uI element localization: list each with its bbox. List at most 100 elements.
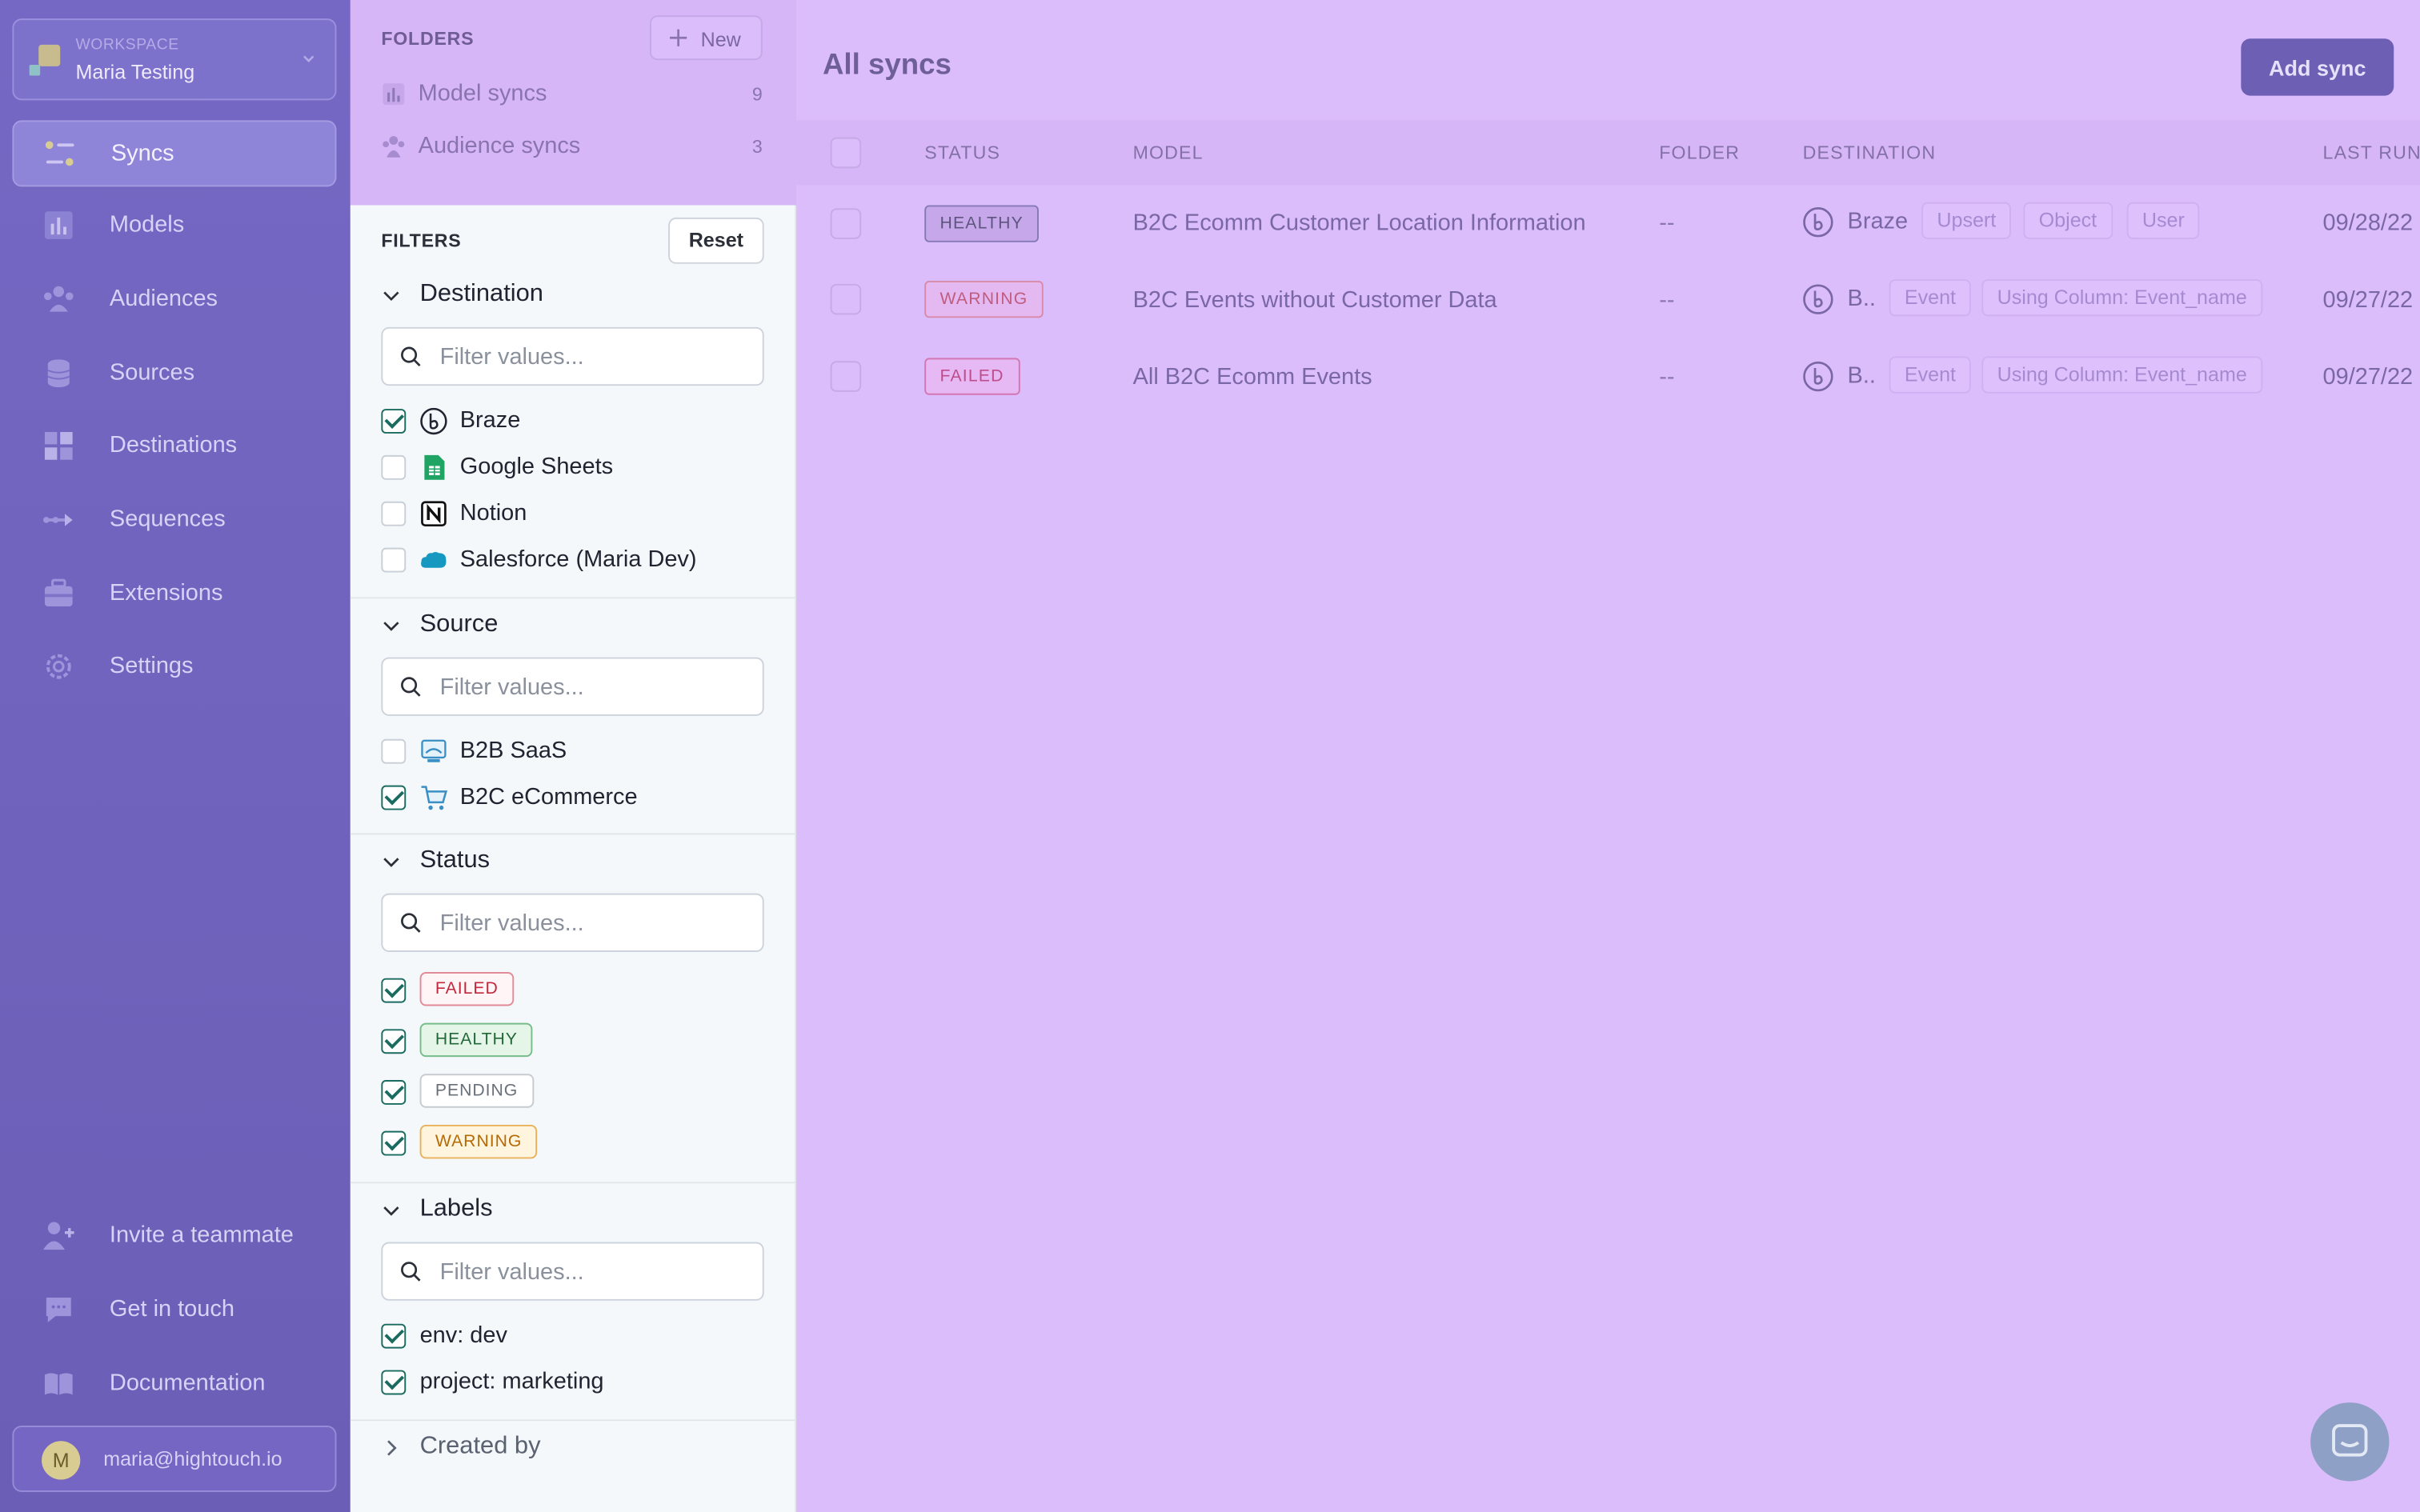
divider — [350, 1419, 797, 1422]
checkbox-google-sheets[interactable] — [381, 454, 407, 480]
destination-filter-search[interactable] — [381, 326, 764, 386]
notion-icon — [421, 501, 447, 527]
chevron-down-icon — [383, 622, 399, 631]
source-filter-input[interactable] — [439, 670, 749, 702]
select-all-checkbox[interactable] — [830, 137, 862, 169]
checkbox-notion[interactable] — [381, 501, 407, 526]
nav-item-settings[interactable]: Settings — [12, 634, 336, 701]
models-icon — [383, 83, 405, 106]
status-badge-failed: FAILED — [419, 972, 515, 1006]
status-filter-input[interactable] — [439, 907, 749, 938]
sources-icon — [47, 359, 70, 388]
sidebar: WORKSPACE Maria Testing Syncs Models Aud… — [0, 0, 351, 1512]
folders-title: FOLDERS — [381, 27, 475, 50]
checkbox-b2b-saas[interactable] — [381, 738, 407, 764]
workspace-switcher[interactable]: WORKSPACE Maria Testing — [12, 18, 337, 101]
chat-icon — [46, 1297, 71, 1322]
settings-icon — [46, 654, 71, 679]
status-filter-search[interactable] — [381, 893, 764, 952]
reset-filters-button[interactable]: Reset — [668, 217, 764, 264]
column-header-status[interactable]: STATUS — [924, 142, 1000, 163]
status-badge: HEALTHY — [924, 205, 1040, 242]
column-header-folder[interactable]: FOLDER — [1659, 142, 1740, 163]
row-model-name[interactable]: B2C Ecomm Customer Location Information — [1133, 210, 1586, 236]
labels-filter-input[interactable] — [439, 1255, 749, 1287]
folder-count: 3 — [751, 135, 763, 158]
nav-item-extensions[interactable]: Extensions — [12, 562, 336, 628]
checkbox-pending[interactable] — [381, 1080, 407, 1105]
chevron-down-icon — [303, 55, 315, 62]
row-last-run: 09/27/22 — [2322, 286, 2414, 314]
nav-item-label: Settings — [109, 652, 194, 679]
row-checkbox[interactable] — [830, 361, 862, 392]
chat-bubble-icon — [2332, 1424, 2368, 1457]
chat-widget-button[interactable] — [2310, 1402, 2390, 1482]
nav-item-syncs[interactable]: Syncs — [12, 120, 337, 187]
book-icon — [44, 1373, 73, 1395]
row-last-run: 09/27/22 — [2322, 364, 2414, 390]
add-sync-button[interactable]: Add sync — [2241, 38, 2394, 96]
filters-title: FILTERS — [381, 230, 462, 252]
nav-item-sources[interactable]: Sources — [12, 341, 336, 407]
row-checkbox[interactable] — [830, 283, 862, 315]
filters-panel — [350, 205, 797, 1512]
source-filter-search[interactable] — [381, 657, 764, 716]
option-label: Salesforce (Maria Dev) — [459, 546, 697, 573]
tag: Upsert — [1921, 202, 2012, 239]
nav-item-label: Documentation — [109, 1370, 266, 1397]
salesforce-icon — [421, 551, 447, 568]
divider — [350, 833, 797, 835]
row-model-name[interactable]: B2C Events without Customer Data — [1133, 287, 1497, 314]
row-model-name[interactable]: All B2C Ecomm Events — [1133, 364, 1372, 390]
checkbox-healthy[interactable] — [381, 1029, 407, 1054]
column-header-last-run[interactable]: LAST RUN — [2323, 142, 2420, 163]
filter-group-label: Labels — [419, 1195, 493, 1222]
new-folder-button[interactable]: New — [649, 15, 763, 61]
tag: Object — [2023, 202, 2113, 239]
checkbox-project-marketing[interactable] — [381, 1370, 407, 1395]
folder-model-syncs[interactable]: Model syncs 9 — [381, 77, 763, 110]
nav-item-label: Get in touch — [109, 1296, 234, 1322]
braze-icon — [1803, 207, 1833, 238]
status-badge: FAILED — [924, 358, 1020, 395]
status-badge-healthy: HEALTHY — [419, 1022, 534, 1058]
nav-item-invite[interactable]: Invite a teammate — [12, 1203, 336, 1270]
row-folder: -- — [1659, 210, 1675, 237]
row-last-run: 09/28/22 — [2322, 210, 2414, 237]
invite-icon — [43, 1222, 74, 1250]
column-header-model[interactable]: MODEL — [1133, 142, 1204, 163]
workspace-label: WORKSPACE — [75, 37, 179, 54]
destination-filter-input[interactable] — [439, 341, 749, 372]
tag: Event — [1889, 356, 1972, 394]
tag: Using Column: Event_name — [1981, 279, 2263, 317]
search-icon — [401, 346, 421, 367]
nav-item-destinations[interactable]: Destinations — [12, 414, 336, 480]
nav-item-get-in-touch[interactable]: Get in touch — [12, 1278, 336, 1344]
nav-item-label: Extensions — [109, 580, 223, 606]
checkbox-failed[interactable] — [381, 978, 407, 1003]
chevron-down-icon — [383, 858, 399, 867]
audiences-icon — [43, 286, 74, 312]
chevron-down-icon — [383, 291, 399, 302]
option-label: Google Sheets — [459, 454, 614, 480]
labels-filter-search[interactable] — [381, 1242, 764, 1301]
tag: User — [2126, 202, 2201, 239]
checkbox-salesforce[interactable] — [381, 547, 407, 573]
nav-item-sequences[interactable]: Sequences — [12, 487, 336, 554]
nav-item-documentation[interactable]: Documentation — [12, 1351, 336, 1418]
row-checkbox[interactable] — [830, 208, 862, 239]
checkbox-warning[interactable] — [381, 1130, 407, 1156]
plus-icon — [670, 29, 687, 46]
checkbox-b2c-ecommerce[interactable] — [381, 785, 407, 810]
row-folder: -- — [1659, 364, 1675, 390]
workspace-name: Maria Testing — [75, 60, 195, 84]
search-icon — [401, 1262, 421, 1282]
checkbox-braze[interactable] — [381, 409, 407, 434]
column-header-destination[interactable]: DESTINATION — [1803, 142, 1937, 163]
user-menu[interactable]: M maria@hightouch.io — [12, 1426, 337, 1492]
folder-audience-syncs[interactable]: Audience syncs 3 — [381, 130, 763, 163]
search-icon — [401, 913, 421, 933]
nav-item-audiences[interactable]: Audiences — [12, 267, 336, 334]
checkbox-env-dev[interactable] — [381, 1323, 407, 1349]
nav-item-models[interactable]: Models — [12, 193, 336, 259]
